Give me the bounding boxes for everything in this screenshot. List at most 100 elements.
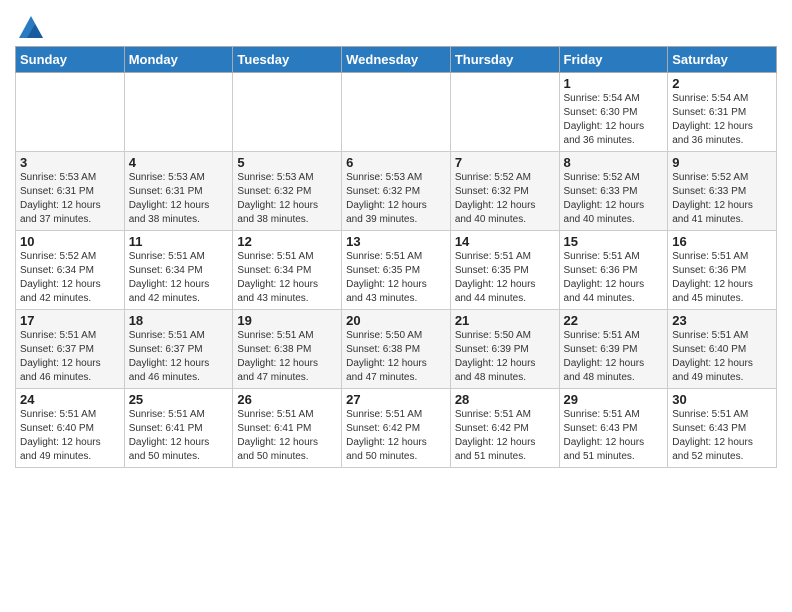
- day-info: Sunrise: 5:51 AM Sunset: 6:36 PM Dayligh…: [564, 250, 664, 306]
- day-info: Sunrise: 5:51 AM Sunset: 6:35 PM Dayligh…: [346, 250, 446, 306]
- day-number: 14: [455, 234, 555, 249]
- day-number: 21: [455, 313, 555, 328]
- day-number: 11: [129, 234, 229, 249]
- calendar-cell: 4Sunrise: 5:53 AM Sunset: 6:31 PM Daylig…: [124, 152, 233, 231]
- weekday-header-row: SundayMondayTuesdayWednesdayThursdayFrid…: [16, 47, 777, 73]
- calendar-cell: 9Sunrise: 5:52 AM Sunset: 6:33 PM Daylig…: [668, 152, 777, 231]
- logo: [15, 14, 45, 38]
- day-number: 28: [455, 392, 555, 407]
- day-number: 13: [346, 234, 446, 249]
- day-info: Sunrise: 5:51 AM Sunset: 6:38 PM Dayligh…: [237, 329, 337, 385]
- page: SundayMondayTuesdayWednesdayThursdayFrid…: [0, 0, 792, 483]
- calendar-cell: 18Sunrise: 5:51 AM Sunset: 6:37 PM Dayli…: [124, 310, 233, 389]
- day-info: Sunrise: 5:52 AM Sunset: 6:32 PM Dayligh…: [455, 171, 555, 227]
- day-info: Sunrise: 5:51 AM Sunset: 6:35 PM Dayligh…: [455, 250, 555, 306]
- calendar-cell: 5Sunrise: 5:53 AM Sunset: 6:32 PM Daylig…: [233, 152, 342, 231]
- calendar-cell: [16, 73, 125, 152]
- day-number: 18: [129, 313, 229, 328]
- day-info: Sunrise: 5:53 AM Sunset: 6:31 PM Dayligh…: [129, 171, 229, 227]
- calendar-cell: 13Sunrise: 5:51 AM Sunset: 6:35 PM Dayli…: [342, 231, 451, 310]
- day-info: Sunrise: 5:54 AM Sunset: 6:31 PM Dayligh…: [672, 92, 772, 148]
- calendar-cell: 27Sunrise: 5:51 AM Sunset: 6:42 PM Dayli…: [342, 389, 451, 468]
- day-info: Sunrise: 5:50 AM Sunset: 6:39 PM Dayligh…: [455, 329, 555, 385]
- calendar-cell: 2Sunrise: 5:54 AM Sunset: 6:31 PM Daylig…: [668, 73, 777, 152]
- day-number: 16: [672, 234, 772, 249]
- day-number: 26: [237, 392, 337, 407]
- day-info: Sunrise: 5:51 AM Sunset: 6:43 PM Dayligh…: [672, 408, 772, 464]
- weekday-header-tuesday: Tuesday: [233, 47, 342, 73]
- day-info: Sunrise: 5:51 AM Sunset: 6:39 PM Dayligh…: [564, 329, 664, 385]
- day-number: 24: [20, 392, 120, 407]
- calendar-cell: 28Sunrise: 5:51 AM Sunset: 6:42 PM Dayli…: [450, 389, 559, 468]
- day-number: 3: [20, 155, 120, 170]
- day-info: Sunrise: 5:53 AM Sunset: 6:31 PM Dayligh…: [20, 171, 120, 227]
- day-number: 25: [129, 392, 229, 407]
- calendar-cell: 10Sunrise: 5:52 AM Sunset: 6:34 PM Dayli…: [16, 231, 125, 310]
- day-info: Sunrise: 5:51 AM Sunset: 6:43 PM Dayligh…: [564, 408, 664, 464]
- day-number: 4: [129, 155, 229, 170]
- day-number: 20: [346, 313, 446, 328]
- calendar-cell: [233, 73, 342, 152]
- day-info: Sunrise: 5:51 AM Sunset: 6:34 PM Dayligh…: [237, 250, 337, 306]
- day-number: 7: [455, 155, 555, 170]
- calendar-cell: 3Sunrise: 5:53 AM Sunset: 6:31 PM Daylig…: [16, 152, 125, 231]
- day-info: Sunrise: 5:51 AM Sunset: 6:37 PM Dayligh…: [20, 329, 120, 385]
- calendar-cell: [124, 73, 233, 152]
- calendar-cell: 8Sunrise: 5:52 AM Sunset: 6:33 PM Daylig…: [559, 152, 668, 231]
- calendar-week-0: 1Sunrise: 5:54 AM Sunset: 6:30 PM Daylig…: [16, 73, 777, 152]
- day-number: 17: [20, 313, 120, 328]
- day-info: Sunrise: 5:50 AM Sunset: 6:38 PM Dayligh…: [346, 329, 446, 385]
- calendar-cell: 17Sunrise: 5:51 AM Sunset: 6:37 PM Dayli…: [16, 310, 125, 389]
- day-info: Sunrise: 5:53 AM Sunset: 6:32 PM Dayligh…: [346, 171, 446, 227]
- day-number: 8: [564, 155, 664, 170]
- header: [15, 10, 777, 38]
- calendar-cell: 25Sunrise: 5:51 AM Sunset: 6:41 PM Dayli…: [124, 389, 233, 468]
- calendar-week-1: 3Sunrise: 5:53 AM Sunset: 6:31 PM Daylig…: [16, 152, 777, 231]
- day-info: Sunrise: 5:51 AM Sunset: 6:42 PM Dayligh…: [455, 408, 555, 464]
- day-number: 2: [672, 76, 772, 91]
- calendar-cell: 6Sunrise: 5:53 AM Sunset: 6:32 PM Daylig…: [342, 152, 451, 231]
- calendar-cell: 29Sunrise: 5:51 AM Sunset: 6:43 PM Dayli…: [559, 389, 668, 468]
- day-number: 23: [672, 313, 772, 328]
- calendar-cell: 16Sunrise: 5:51 AM Sunset: 6:36 PM Dayli…: [668, 231, 777, 310]
- day-number: 29: [564, 392, 664, 407]
- calendar: SundayMondayTuesdayWednesdayThursdayFrid…: [15, 46, 777, 468]
- day-number: 5: [237, 155, 337, 170]
- calendar-week-3: 17Sunrise: 5:51 AM Sunset: 6:37 PM Dayli…: [16, 310, 777, 389]
- weekday-header-wednesday: Wednesday: [342, 47, 451, 73]
- day-number: 6: [346, 155, 446, 170]
- calendar-cell: 26Sunrise: 5:51 AM Sunset: 6:41 PM Dayli…: [233, 389, 342, 468]
- weekday-header-saturday: Saturday: [668, 47, 777, 73]
- day-info: Sunrise: 5:51 AM Sunset: 6:41 PM Dayligh…: [237, 408, 337, 464]
- calendar-cell: [342, 73, 451, 152]
- day-number: 27: [346, 392, 446, 407]
- calendar-cell: 30Sunrise: 5:51 AM Sunset: 6:43 PM Dayli…: [668, 389, 777, 468]
- day-info: Sunrise: 5:51 AM Sunset: 6:40 PM Dayligh…: [20, 408, 120, 464]
- calendar-cell: 11Sunrise: 5:51 AM Sunset: 6:34 PM Dayli…: [124, 231, 233, 310]
- calendar-week-2: 10Sunrise: 5:52 AM Sunset: 6:34 PM Dayli…: [16, 231, 777, 310]
- calendar-week-4: 24Sunrise: 5:51 AM Sunset: 6:40 PM Dayli…: [16, 389, 777, 468]
- calendar-cell: 1Sunrise: 5:54 AM Sunset: 6:30 PM Daylig…: [559, 73, 668, 152]
- day-info: Sunrise: 5:53 AM Sunset: 6:32 PM Dayligh…: [237, 171, 337, 227]
- calendar-cell: 7Sunrise: 5:52 AM Sunset: 6:32 PM Daylig…: [450, 152, 559, 231]
- logo-icon: [17, 14, 45, 42]
- day-number: 12: [237, 234, 337, 249]
- day-info: Sunrise: 5:52 AM Sunset: 6:34 PM Dayligh…: [20, 250, 120, 306]
- calendar-cell: 24Sunrise: 5:51 AM Sunset: 6:40 PM Dayli…: [16, 389, 125, 468]
- day-info: Sunrise: 5:51 AM Sunset: 6:34 PM Dayligh…: [129, 250, 229, 306]
- calendar-cell: 19Sunrise: 5:51 AM Sunset: 6:38 PM Dayli…: [233, 310, 342, 389]
- weekday-header-thursday: Thursday: [450, 47, 559, 73]
- weekday-header-monday: Monday: [124, 47, 233, 73]
- day-number: 10: [20, 234, 120, 249]
- day-number: 1: [564, 76, 664, 91]
- calendar-cell: 12Sunrise: 5:51 AM Sunset: 6:34 PM Dayli…: [233, 231, 342, 310]
- day-info: Sunrise: 5:52 AM Sunset: 6:33 PM Dayligh…: [672, 171, 772, 227]
- day-info: Sunrise: 5:51 AM Sunset: 6:42 PM Dayligh…: [346, 408, 446, 464]
- calendar-cell: 23Sunrise: 5:51 AM Sunset: 6:40 PM Dayli…: [668, 310, 777, 389]
- calendar-cell: 20Sunrise: 5:50 AM Sunset: 6:38 PM Dayli…: [342, 310, 451, 389]
- calendar-cell: [450, 73, 559, 152]
- day-info: Sunrise: 5:51 AM Sunset: 6:37 PM Dayligh…: [129, 329, 229, 385]
- weekday-header-sunday: Sunday: [16, 47, 125, 73]
- day-info: Sunrise: 5:52 AM Sunset: 6:33 PM Dayligh…: [564, 171, 664, 227]
- day-number: 30: [672, 392, 772, 407]
